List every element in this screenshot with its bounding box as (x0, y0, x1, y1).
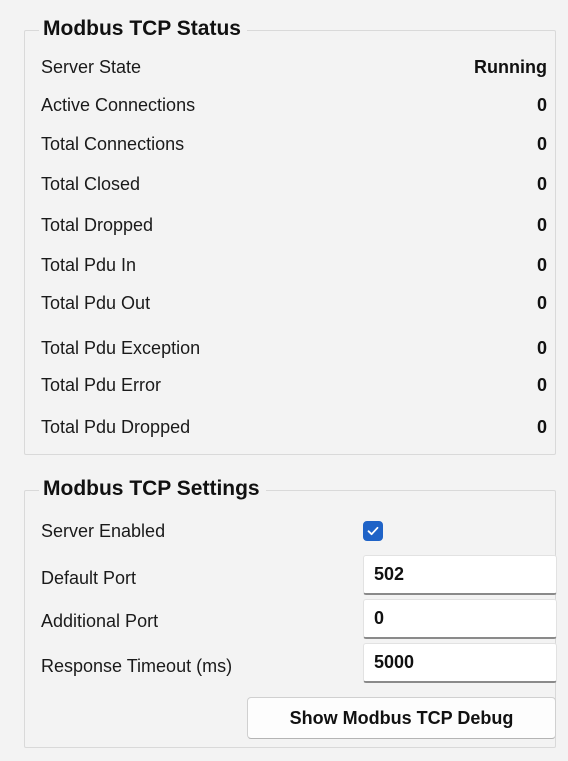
total-pdu-dropped-value: 0 (536, 416, 547, 437)
total-dropped-label: Total Dropped (41, 214, 154, 235)
active-connections-label: Active Connections (41, 94, 196, 115)
total-connections-label: Total Connections (41, 133, 185, 154)
total-pdu-in-label: Total Pdu In (41, 254, 137, 275)
total-connections-value: 0 (536, 133, 547, 154)
total-pdu-out-label: Total Pdu Out (41, 292, 151, 313)
server-state-value: Running (474, 56, 547, 77)
additional-port-label: Additional Port (41, 610, 159, 631)
modbus-tcp-settings-group: Modbus TCP Settings Server Enabled Defau… (24, 474, 557, 748)
response-timeout-field[interactable]: 5000 (363, 643, 557, 683)
status-row-total-dropped: Total Dropped 0 (41, 210, 547, 240)
total-closed-value: 0 (536, 173, 547, 194)
total-pdu-out-value: 0 (536, 292, 547, 313)
total-closed-label: Total Closed (41, 173, 141, 194)
total-pdu-dropped-label: Total Pdu Dropped (41, 416, 191, 437)
settings-group-title: Modbus TCP Settings (39, 474, 266, 504)
default-port-field[interactable]: 502 (363, 555, 557, 595)
total-dropped-value: 0 (536, 214, 547, 235)
server-state-label: Server State (41, 56, 142, 77)
response-timeout-label: Response Timeout (ms) (41, 655, 233, 676)
total-pdu-exception-value: 0 (536, 337, 547, 358)
status-group-title: Modbus TCP Status (39, 14, 247, 44)
show-modbus-tcp-debug-button[interactable]: Show Modbus TCP Debug (247, 697, 556, 739)
active-connections-value: 0 (536, 94, 547, 115)
status-row-server-state: Server State Running (41, 52, 547, 82)
server-enabled-label: Server Enabled (41, 520, 166, 541)
status-row-active-connections: Active Connections 0 (41, 90, 547, 120)
modbus-tcp-panel: Modbus TCP Status Server State Running A… (0, 0, 568, 761)
status-row-total-pdu-dropped: Total Pdu Dropped 0 (41, 412, 547, 442)
default-port-label: Default Port (41, 567, 137, 588)
status-row-total-pdu-out: Total Pdu Out 0 (41, 288, 547, 318)
server-enabled-checkbox[interactable] (363, 521, 383, 541)
checkmark-icon (367, 526, 379, 536)
modbus-tcp-status-group: Modbus TCP Status Server State Running A… (24, 14, 556, 455)
additional-port-field[interactable]: 0 (363, 599, 557, 639)
total-pdu-error-label: Total Pdu Error (41, 374, 162, 395)
status-row-total-pdu-in: Total Pdu In 0 (41, 250, 547, 280)
status-row-total-pdu-exception: Total Pdu Exception 0 (41, 333, 547, 363)
status-row-total-pdu-error: Total Pdu Error 0 (41, 370, 547, 400)
status-row-total-connections: Total Connections 0 (41, 129, 547, 159)
total-pdu-error-value: 0 (536, 374, 547, 395)
total-pdu-in-value: 0 (536, 254, 547, 275)
status-row-total-closed: Total Closed 0 (41, 169, 547, 199)
total-pdu-exception-label: Total Pdu Exception (41, 337, 201, 358)
